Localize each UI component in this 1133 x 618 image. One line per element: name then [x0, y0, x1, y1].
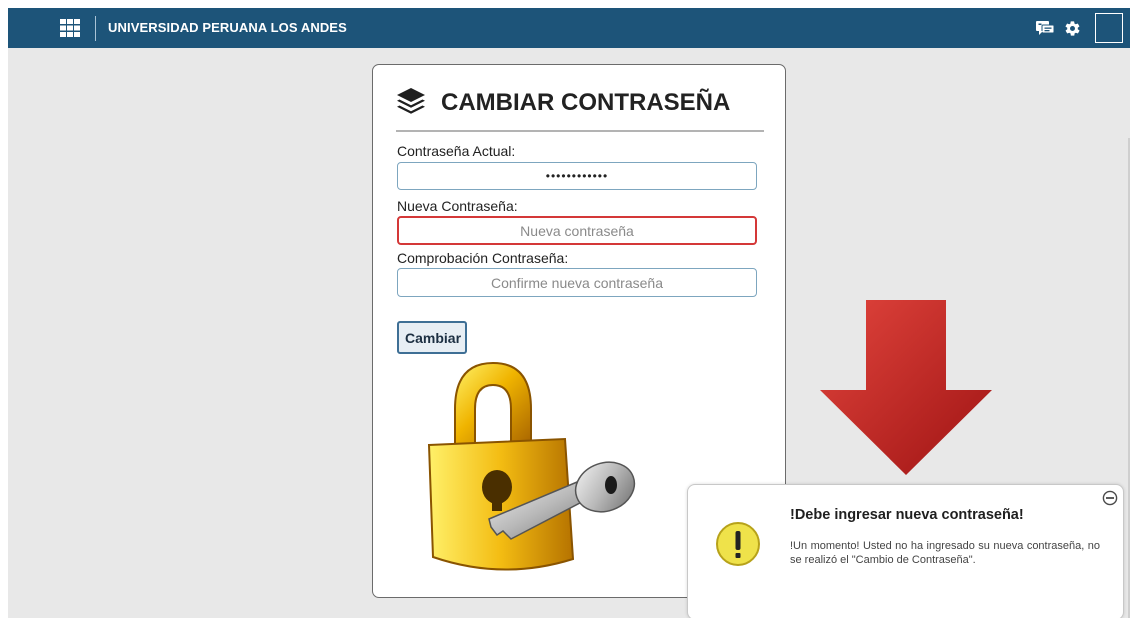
header-divider — [95, 16, 96, 41]
current-password-field[interactable] — [397, 162, 757, 190]
down-arrow-annotation — [820, 300, 992, 475]
apps-grid-icon[interactable] — [60, 19, 80, 37]
top-navigation-bar: UNIVERSIDAD PERUANA LOS ANDES — [8, 8, 1130, 48]
warning-notification: !Debe ingresar nueva contraseña! !Un mom… — [687, 484, 1124, 618]
new-password-field[interactable] — [397, 216, 757, 245]
gear-icon[interactable] — [1064, 20, 1081, 37]
new-password-label: Nueva Contraseña: — [397, 198, 518, 214]
layers-icon — [397, 88, 425, 114]
notification-title: !Debe ingresar nueva contraseña! — [790, 507, 1024, 523]
app-window: UNIVERSIDAD PERUANA LOS ANDES CAMBIAR CO… — [8, 8, 1130, 618]
page-scrollbar[interactable] — [1128, 138, 1130, 618]
page-title: CAMBIAR CONTRASEÑA — [441, 89, 731, 116]
current-password-label: Contraseña Actual: — [397, 143, 516, 159]
notification-message: !Un momento! Usted no ha ingresado su nu… — [790, 540, 1100, 566]
title-divider — [396, 130, 764, 132]
user-menu-button[interactable] — [1095, 13, 1123, 43]
warning-icon — [716, 522, 760, 566]
close-icon[interactable] — [1102, 490, 1118, 506]
confirm-password-label: Comprobación Contraseña: — [397, 250, 569, 266]
university-name: UNIVERSIDAD PERUANA LOS ANDES — [108, 20, 347, 35]
padlock-key-illustration — [427, 361, 636, 571]
confirm-password-field[interactable] — [397, 268, 757, 297]
chat-icon[interactable] — [1036, 21, 1054, 36]
